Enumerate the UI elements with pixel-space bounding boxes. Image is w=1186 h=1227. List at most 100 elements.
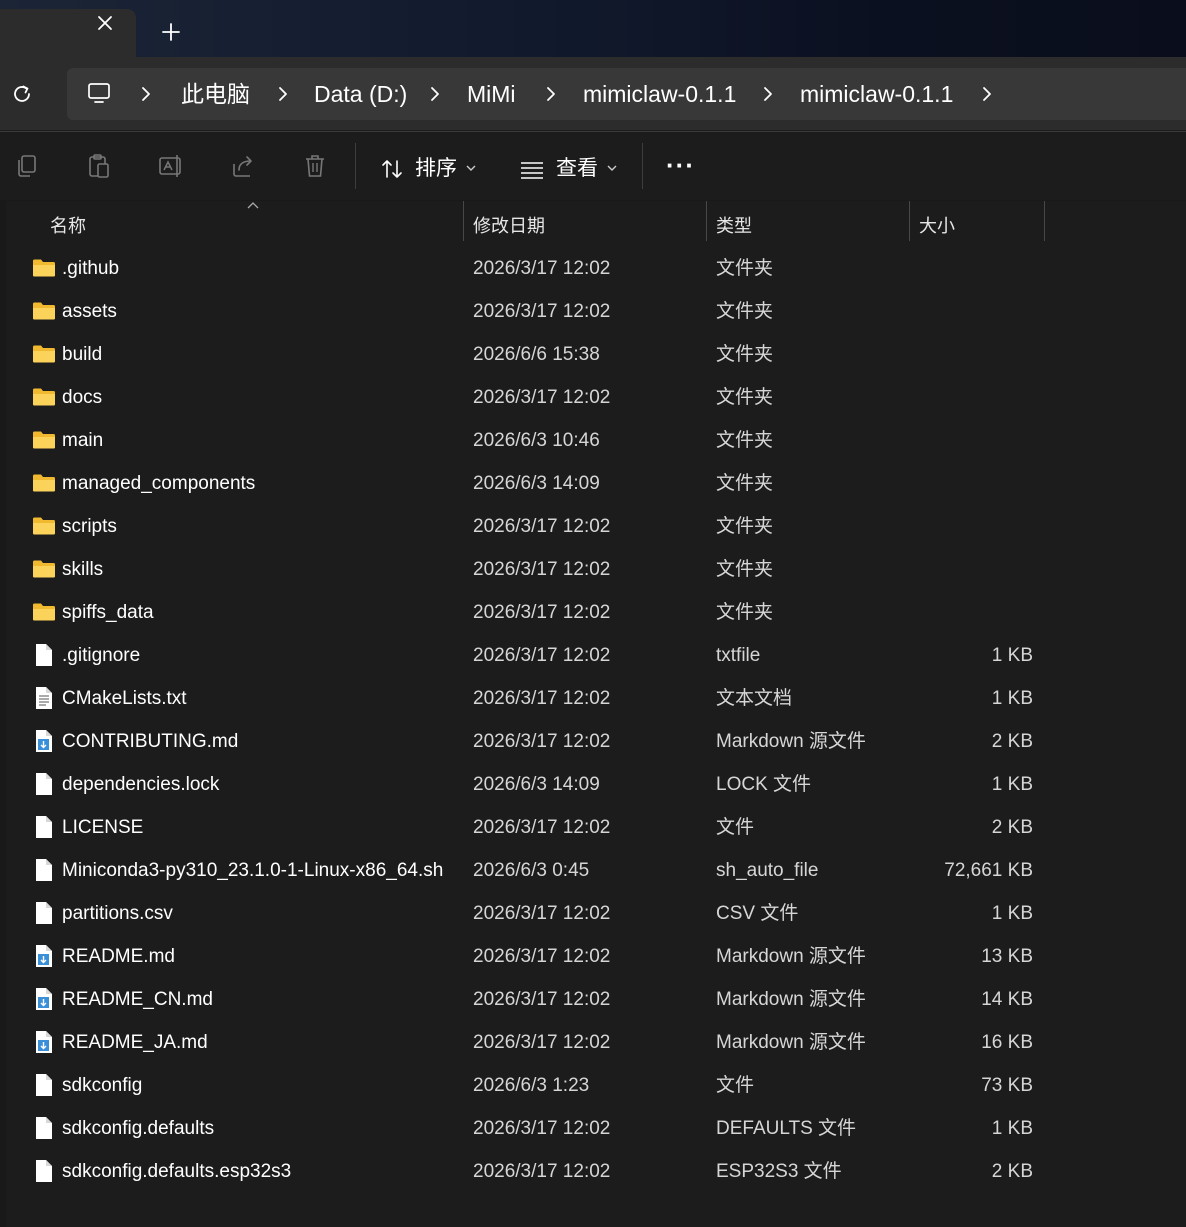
file-type: 文件 [716, 1075, 755, 1096]
file-name[interactable]: .github [62, 257, 119, 281]
file-row[interactable]: README_CN.md 2026/3/17 12:02 Markdown 源文件 1… [24, 978, 1044, 1021]
file-row[interactable]: .github 2026/3/17 12:02 文件夹 [24, 247, 1044, 290]
delete-icon[interactable] [302, 152, 328, 180]
breadcrumb-mimi[interactable]: MiMi [467, 79, 516, 109]
file-type: 文件夹 [716, 301, 774, 322]
breadcrumb-data-drive[interactable]: Data (D:) [314, 79, 407, 109]
column-divider[interactable] [463, 201, 464, 241]
file-name[interactable]: README_JA.md [62, 1031, 208, 1055]
file-modified-date: 2026/3/17 12:02 [473, 688, 611, 709]
rename-icon[interactable] [158, 152, 184, 180]
chevron-right-icon[interactable] [136, 84, 156, 104]
file-name[interactable]: LICENSE [62, 816, 143, 840]
computer-icon[interactable] [86, 80, 112, 106]
file-name[interactable]: dependencies.lock [62, 773, 219, 797]
breadcrumb-mimiclaw-current[interactable]: mimiclaw-0.1.1 [800, 79, 953, 109]
sort-icon[interactable] [380, 157, 404, 181]
more-options-button[interactable]: ··· [666, 150, 695, 180]
file-modified-date: 2026/6/6 15:38 [473, 344, 600, 365]
file-name[interactable]: main [62, 429, 103, 453]
file-name[interactable]: CMakeLists.txt [62, 687, 187, 711]
file-name[interactable]: Miniconda3-py310_23.1.0-1-Linux-x86_64.s… [62, 859, 443, 883]
column-divider[interactable] [706, 201, 707, 241]
file-row[interactable]: sdkconfig.defaults 2026/3/17 12:02 DEFAULT… [24, 1107, 1044, 1150]
file-name[interactable]: scripts [62, 515, 117, 539]
column-header-name[interactable]: 名称 [50, 212, 86, 238]
file-modified-date: 2026/6/3 14:09 [473, 774, 600, 795]
file-size: 16 KB [981, 1032, 1033, 1053]
column-divider[interactable] [909, 201, 910, 241]
file-row[interactable]: README_JA.md 2026/3/17 12:02 Markdown 源文件 1… [24, 1021, 1044, 1064]
file-size: 2 KB [991, 1161, 1033, 1182]
file-name[interactable]: .gitignore [62, 644, 140, 668]
file-name[interactable]: skills [62, 558, 103, 582]
file-row[interactable]: LICENSE 2026/3/17 12:02 文件 2 KB [24, 806, 1044, 849]
file-row[interactable]: skills 2026/3/17 12:02 文件夹 [24, 548, 1044, 591]
file-row[interactable]: .gitignore 2026/3/17 12:02 txtfile 1 KB [24, 634, 1044, 677]
file-name[interactable]: managed_components [62, 472, 255, 496]
chevron-down-icon[interactable] [606, 163, 618, 173]
column-header-type[interactable]: 类型 [716, 212, 752, 238]
file-modified-date: 2026/3/17 12:02 [473, 516, 611, 537]
plus-icon[interactable] [158, 19, 184, 45]
close-icon[interactable] [92, 10, 118, 36]
breadcrumb-this-pc[interactable]: 此电脑 [181, 79, 250, 109]
file-name[interactable]: sdkconfig.defaults [62, 1117, 214, 1141]
file-size: 13 KB [981, 946, 1033, 967]
file-name[interactable]: spiffs_data [62, 601, 154, 625]
file-row[interactable]: managed_components 2026/6/3 14:09 文件夹 [24, 462, 1044, 505]
folder-icon [32, 342, 56, 366]
file-row[interactable]: CMakeLists.txt 2026/3/17 12:02 文本文档 1 KB [24, 677, 1044, 720]
sort-button[interactable]: 排序 [415, 154, 457, 184]
file-row[interactable]: Miniconda3-py310_23.1.0-1-Linux-x86_64.s… [24, 849, 1044, 892]
file-row[interactable]: scripts 2026/3/17 12:02 文件夹 [24, 505, 1044, 548]
file-modified-date: 2026/3/17 12:02 [473, 645, 611, 666]
file-type: Markdown 源文件 [716, 731, 866, 752]
file-type: 文件 [716, 817, 755, 838]
markdown-file-icon [32, 987, 56, 1011]
chevron-right-icon[interactable] [273, 84, 293, 104]
file-row[interactable]: dependencies.lock 2026/6/3 14:09 LOCK 文件 1 … [24, 763, 1044, 806]
file-row[interactable]: main 2026/6/3 10:46 文件夹 [24, 419, 1044, 462]
column-header-size[interactable]: 大小 [919, 212, 955, 238]
file-row[interactable]: README.md 2026/3/17 12:02 Markdown 源文件 13 K… [24, 935, 1044, 978]
file-row[interactable]: spiffs_data 2026/3/17 12:02 文件夹 [24, 591, 1044, 634]
file-row[interactable]: sdkconfig.defaults.esp32s3 2026/3/17 12:0… [24, 1150, 1044, 1193]
file-type: sh_auto_file [716, 860, 819, 881]
file-name[interactable]: CONTRIBUTING.md [62, 730, 238, 754]
file-name[interactable]: assets [62, 300, 117, 324]
folder-icon [32, 514, 56, 538]
share-icon[interactable] [230, 152, 256, 180]
view-button[interactable]: 查看 [556, 154, 598, 184]
file-name[interactable]: README.md [62, 945, 175, 969]
view-list-icon[interactable] [519, 157, 545, 181]
file-name[interactable]: sdkconfig.defaults.esp32s3 [62, 1160, 291, 1184]
file-name[interactable]: build [62, 343, 102, 367]
file-modified-date: 2026/6/3 10:46 [473, 430, 600, 451]
chevron-right-icon[interactable] [541, 84, 561, 104]
column-header-date[interactable]: 修改日期 [473, 212, 545, 238]
file-type: 文件夹 [716, 258, 774, 279]
text-file-icon [32, 686, 56, 710]
chevron-right-icon[interactable] [425, 84, 445, 104]
breadcrumb-mimiclaw-parent[interactable]: mimiclaw-0.1.1 [583, 79, 736, 109]
column-divider[interactable] [1044, 201, 1045, 241]
file-type: 文件夹 [716, 344, 774, 365]
chevron-right-icon[interactable] [758, 84, 778, 104]
file-row[interactable]: partitions.csv 2026/3/17 12:02 CSV 文件 1 KB [24, 892, 1044, 935]
file-name[interactable]: partitions.csv [62, 902, 173, 926]
file-name[interactable]: README_CN.md [62, 988, 213, 1012]
file-row[interactable]: docs 2026/3/17 12:02 文件夹 [24, 376, 1044, 419]
file-name[interactable]: sdkconfig [62, 1074, 142, 1098]
file-row[interactable]: build 2026/6/6 15:38 文件夹 [24, 333, 1044, 376]
paste-icon[interactable] [86, 152, 112, 180]
file-row[interactable]: assets 2026/3/17 12:02 文件夹 [24, 290, 1044, 333]
refresh-icon[interactable] [9, 81, 35, 107]
file-row[interactable]: sdkconfig 2026/6/3 1:23 文件 73 KB [24, 1064, 1044, 1107]
chevron-down-icon[interactable] [465, 163, 477, 173]
file-modified-date: 2026/3/17 12:02 [473, 559, 611, 580]
file-row[interactable]: CONTRIBUTING.md 2026/3/17 12:02 Markdown 源… [24, 720, 1044, 763]
copy-icon[interactable] [14, 152, 40, 180]
chevron-right-icon[interactable] [977, 84, 997, 104]
file-name[interactable]: docs [62, 386, 102, 410]
